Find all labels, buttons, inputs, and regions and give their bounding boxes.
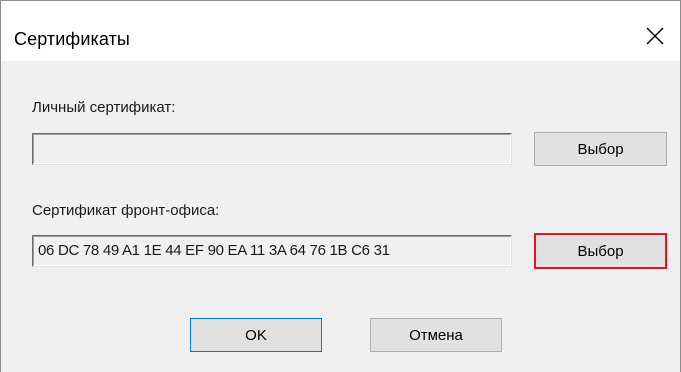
dialog-body: Личный сертификат: Выбор Сертификат фрон… [1, 61, 680, 372]
close-icon [646, 27, 664, 45]
ok-button[interactable]: OK [190, 318, 322, 352]
front-office-certificate-value: 06 DC 78 49 A1 1E 44 EF 90 EA 11 3A 64 7… [38, 242, 390, 259]
personal-certificate-label: Личный сертификат: [32, 99, 176, 116]
personal-certificate-field[interactable] [32, 133, 512, 165]
front-office-certificate-select-button[interactable]: Выбор [534, 233, 667, 269]
title-bar[interactable]: Сертификаты [1, 1, 680, 61]
front-office-certificate-label: Сертификат фронт-офиса: [32, 202, 220, 219]
certificates-dialog: Сертификаты Личный сертификат: Выбор Сер… [0, 0, 681, 372]
personal-certificate-select-button[interactable]: Выбор [534, 132, 667, 166]
cancel-button[interactable]: Отмена [370, 318, 502, 352]
front-office-certificate-field[interactable]: 06 DC 78 49 A1 1E 44 EF 90 EA 11 3A 64 7… [32, 235, 512, 267]
window-title: Сертификаты [14, 29, 130, 49]
close-button[interactable] [631, 16, 679, 56]
